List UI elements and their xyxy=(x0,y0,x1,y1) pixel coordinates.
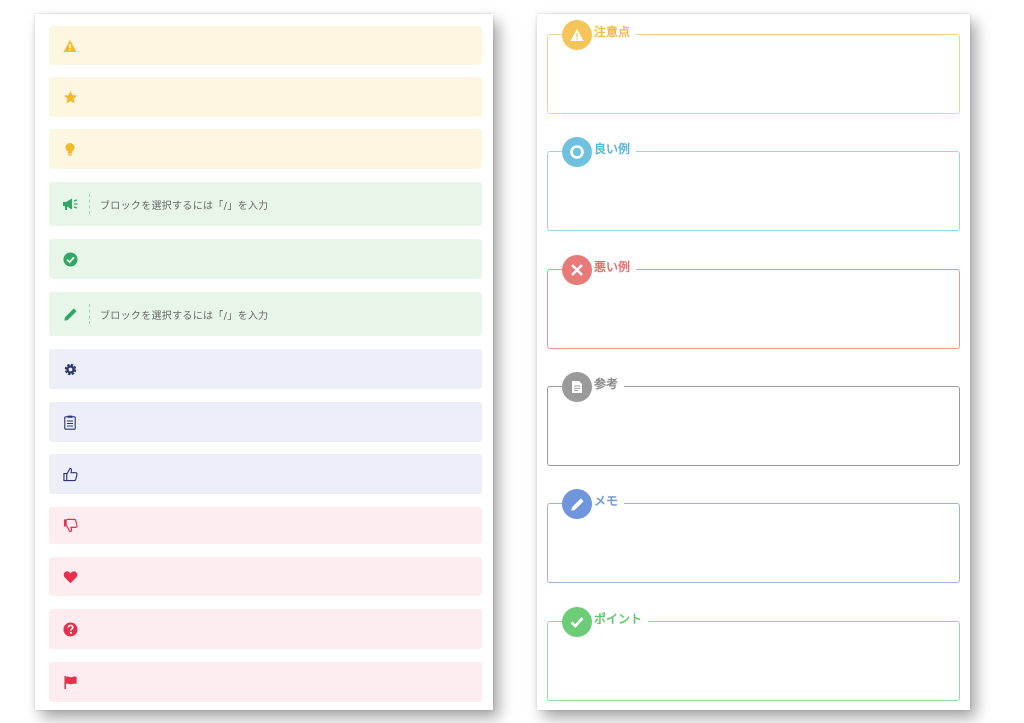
callout-block-lightbulb[interactable] xyxy=(49,129,482,169)
block-placeholder[interactable]: ブロックを選択するには「/」を入力 xyxy=(100,197,268,212)
callout-block-gear[interactable] xyxy=(49,349,482,389)
document-icon xyxy=(562,372,592,402)
callout-block-clipboard[interactable] xyxy=(49,402,482,442)
callout-block-check[interactable] xyxy=(49,239,482,279)
thumbs-up-icon[interactable] xyxy=(61,465,79,483)
callout-block-thumbs-up[interactable] xyxy=(49,454,482,494)
labeled-box-panel: 注意点 良い例 悪い例 参考 メモ ポイント xyxy=(537,14,970,710)
callout-block-pencil[interactable]: ブロックを選択するには「/」を入力 xyxy=(49,292,482,336)
box-label: 良い例 xyxy=(594,141,631,156)
heart-icon[interactable] xyxy=(61,568,79,586)
box-header: 注意点 xyxy=(562,20,637,50)
callout-block-question[interactable] xyxy=(49,609,482,649)
box-memo[interactable]: メモ xyxy=(547,489,960,583)
callout-block-star[interactable] xyxy=(49,77,482,117)
check-icon xyxy=(562,607,592,637)
block-placeholder[interactable]: ブロックを選択するには「/」を入力 xyxy=(100,307,268,322)
warning-icon xyxy=(562,20,592,50)
megaphone-icon[interactable] xyxy=(61,195,79,213)
box-label: 参考 xyxy=(594,376,619,391)
box-header: 悪い例 xyxy=(562,255,637,285)
separator xyxy=(89,304,90,324)
box-header: メモ xyxy=(562,489,625,519)
callout-block-panel: ブロックを選択するには「/」を入力 ブロックを選択するには「/」を入力 xyxy=(35,14,493,710)
star-icon[interactable] xyxy=(61,88,79,106)
box-reference[interactable]: 参考 xyxy=(547,372,960,466)
warning-icon[interactable] xyxy=(61,37,79,55)
gear-icon[interactable] xyxy=(61,360,79,378)
box-label: 悪い例 xyxy=(594,259,631,274)
box-bad-example[interactable]: 悪い例 xyxy=(547,255,960,349)
circle-icon xyxy=(562,137,592,167)
box-label: 注意点 xyxy=(594,24,631,39)
callout-block-flag[interactable] xyxy=(49,662,482,702)
callout-block-thumbs-down[interactable] xyxy=(49,507,482,544)
thumbs-down-icon[interactable] xyxy=(61,517,79,535)
check-circle-icon[interactable] xyxy=(61,250,79,268)
question-circle-icon[interactable] xyxy=(61,620,79,638)
pencil-icon xyxy=(562,489,592,519)
lightbulb-icon[interactable] xyxy=(61,140,79,158)
separator xyxy=(89,194,90,214)
clipboard-icon[interactable] xyxy=(61,413,79,431)
pencil-icon[interactable] xyxy=(61,305,79,323)
box-label: ポイント xyxy=(594,611,643,626)
box-caution[interactable]: 注意点 xyxy=(547,20,960,114)
box-point[interactable]: ポイント xyxy=(547,607,960,701)
box-label: メモ xyxy=(594,493,619,508)
box-good-example[interactable]: 良い例 xyxy=(547,137,960,231)
box-header: 良い例 xyxy=(562,137,637,167)
callout-block-warning[interactable] xyxy=(49,26,482,65)
flag-icon[interactable] xyxy=(61,673,79,691)
callout-block-megaphone[interactable]: ブロックを選択するには「/」を入力 xyxy=(49,182,482,226)
box-header: ポイント xyxy=(562,607,649,637)
box-header: 参考 xyxy=(562,372,625,402)
callout-block-heart[interactable] xyxy=(49,557,482,596)
close-icon xyxy=(562,255,592,285)
